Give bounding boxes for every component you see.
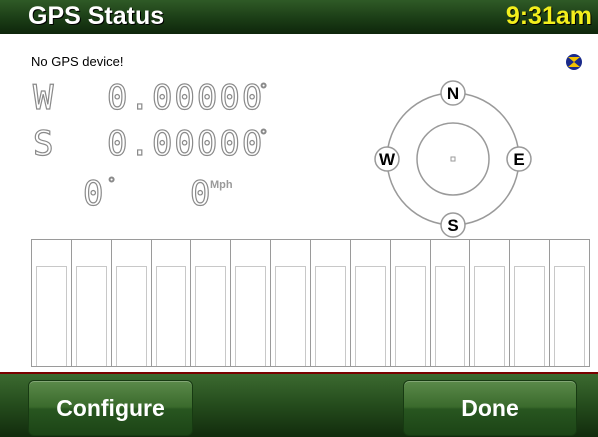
signal-bar — [509, 239, 551, 367]
latitude-direction: W — [32, 77, 56, 118]
bottom-bar: Configure Done — [0, 372, 598, 437]
signal-bar — [469, 239, 511, 367]
page-title: GPS Status — [28, 2, 165, 30]
signal-bar — [230, 239, 272, 367]
speed-unit: Mph — [210, 179, 233, 191]
configure-button[interactable]: Configure — [28, 380, 193, 436]
signal-bar — [549, 239, 591, 367]
longitude-value: 0.00000 — [106, 123, 265, 164]
gps-status-screen: GPS Status 9:31am No GPS device! W 0.000… — [0, 0, 598, 437]
compass: N E S W — [374, 80, 532, 238]
signal-bar — [429, 239, 471, 367]
satellite-signal-bars — [31, 239, 591, 367]
satellite-icon — [566, 54, 582, 70]
signal-bar — [270, 239, 312, 367]
heading-value: 0 — [82, 173, 106, 214]
signal-bar — [110, 239, 152, 367]
longitude-degree-symbol: ° — [259, 126, 268, 147]
signal-bar — [190, 239, 232, 367]
signal-bar — [349, 239, 391, 367]
title-bar: GPS Status 9:31am — [0, 0, 598, 34]
done-button[interactable]: Done — [403, 380, 577, 436]
signal-bar — [389, 239, 431, 367]
signal-bar — [31, 239, 72, 367]
signal-bar — [310, 239, 351, 367]
main-content: No GPS device! W 0.00000 ° S 0.00000 ° 0… — [0, 34, 598, 372]
longitude-direction: S — [32, 123, 56, 164]
clock-time: 9:31am — [505, 2, 592, 30]
signal-bar — [150, 239, 192, 367]
heading-degree-symbol: ° — [107, 174, 116, 195]
compass-south-label: S — [447, 216, 458, 235]
compass-west-label: W — [379, 150, 396, 169]
signal-bar — [70, 239, 112, 367]
latitude-value: 0.00000 — [106, 77, 265, 118]
status-message: No GPS device! — [31, 54, 124, 69]
compass-east-label: E — [513, 150, 524, 169]
compass-north-label: N — [447, 84, 459, 103]
latitude-degree-symbol: ° — [259, 80, 268, 101]
